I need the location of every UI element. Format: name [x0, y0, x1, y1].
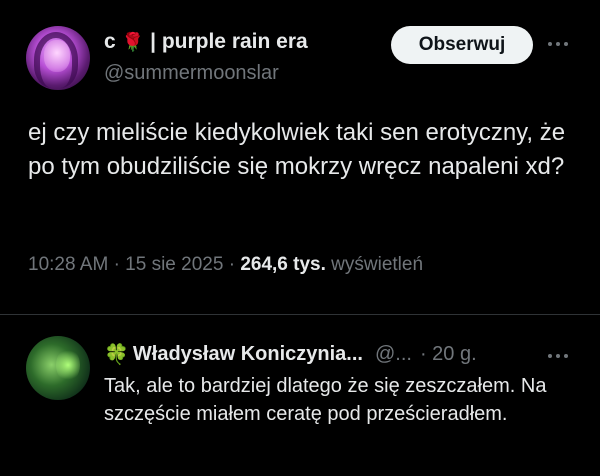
- main-tweet: c 🌹 | purple rain era @summermoonslar Ob…: [0, 0, 600, 316]
- reply-author-name[interactable]: Władysław Koniczynia...: [133, 343, 363, 366]
- clover-icon: 🍀: [104, 344, 129, 366]
- author-name[interactable]: c 🌹 | purple rain era: [104, 30, 308, 54]
- tweet-date[interactable]: 15 sie 2025: [125, 254, 223, 275]
- rose-icon: 🌹: [121, 31, 145, 52]
- tweet-meta: 10:28 AM · 15 sie 2025 · 264,6 tys. wyśw…: [28, 254, 424, 275]
- reply-avatar[interactable]: [26, 336, 90, 400]
- divider: [0, 314, 600, 315]
- follow-button[interactable]: Obserwuj: [391, 26, 533, 64]
- more-options-icon[interactable]: [544, 36, 572, 52]
- reply-author-handle[interactable]: @...: [375, 343, 412, 366]
- reply-age[interactable]: · 20 g.: [420, 343, 477, 366]
- views-label: wyświetleń: [331, 254, 424, 275]
- reply-text: Tak, ale to bardziej dlatego że się zesz…: [104, 375, 547, 425]
- reply-header: 🍀 Władysław Koniczynia... @... · 20 g.: [104, 342, 477, 367]
- tweet-text: ej czy mieliście kiedykolwiek taki sen e…: [28, 119, 566, 180]
- reply-more-options-icon[interactable]: [548, 350, 572, 362]
- views-count: 264,6 tys.: [240, 254, 326, 275]
- author-handle[interactable]: @summermoonslar: [104, 62, 279, 85]
- avatar[interactable]: [26, 26, 90, 90]
- reply-tweet[interactable]: 🍀 Władysław Koniczynia... @... · 20 g. T…: [0, 316, 600, 476]
- author-name-suffix: | purple rain era: [150, 30, 308, 53]
- tweet-time[interactable]: 10:28 AM: [28, 254, 108, 275]
- author-name-prefix: c: [104, 30, 116, 53]
